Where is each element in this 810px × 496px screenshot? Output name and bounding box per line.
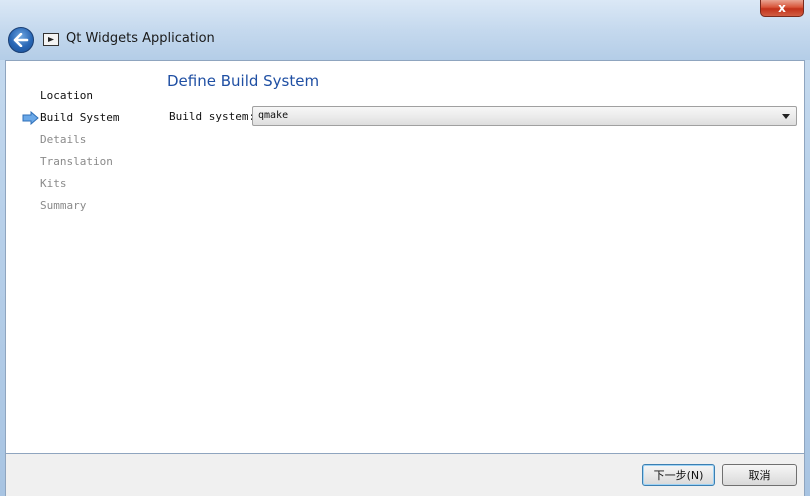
wizard-step-details: Details <box>40 133 87 146</box>
window-titlebar: x Qt Widgets Application <box>0 0 810 60</box>
back-button[interactable] <box>8 27 34 53</box>
back-arrow-icon <box>13 33 29 47</box>
wizard-step-kits: Kits <box>40 177 67 190</box>
next-button[interactable]: 下一步(N) <box>642 464 715 486</box>
cancel-button[interactable]: 取消 <box>722 464 797 486</box>
wizard-step-translation: Translation <box>40 155 113 168</box>
wizard-step-build-system: Build System <box>40 111 120 124</box>
build-system-label: Build system: <box>169 110 256 123</box>
window-close-button[interactable]: x <box>760 0 804 17</box>
chevron-down-icon <box>782 114 790 119</box>
current-step-arrow-icon <box>22 111 39 125</box>
build-system-select-value: qmake <box>258 110 289 121</box>
window-title: Qt Widgets Application <box>66 31 215 46</box>
app-window-icon <box>43 33 59 46</box>
page-title: Define Build System <box>167 72 320 90</box>
build-system-select[interactable]: qmake <box>252 106 797 126</box>
wizard-step-location: Location <box>40 89 93 102</box>
wizard-steps-list: Location Build System Details Translatio… <box>40 90 119 222</box>
wizard-step-summary: Summary <box>40 199 87 212</box>
